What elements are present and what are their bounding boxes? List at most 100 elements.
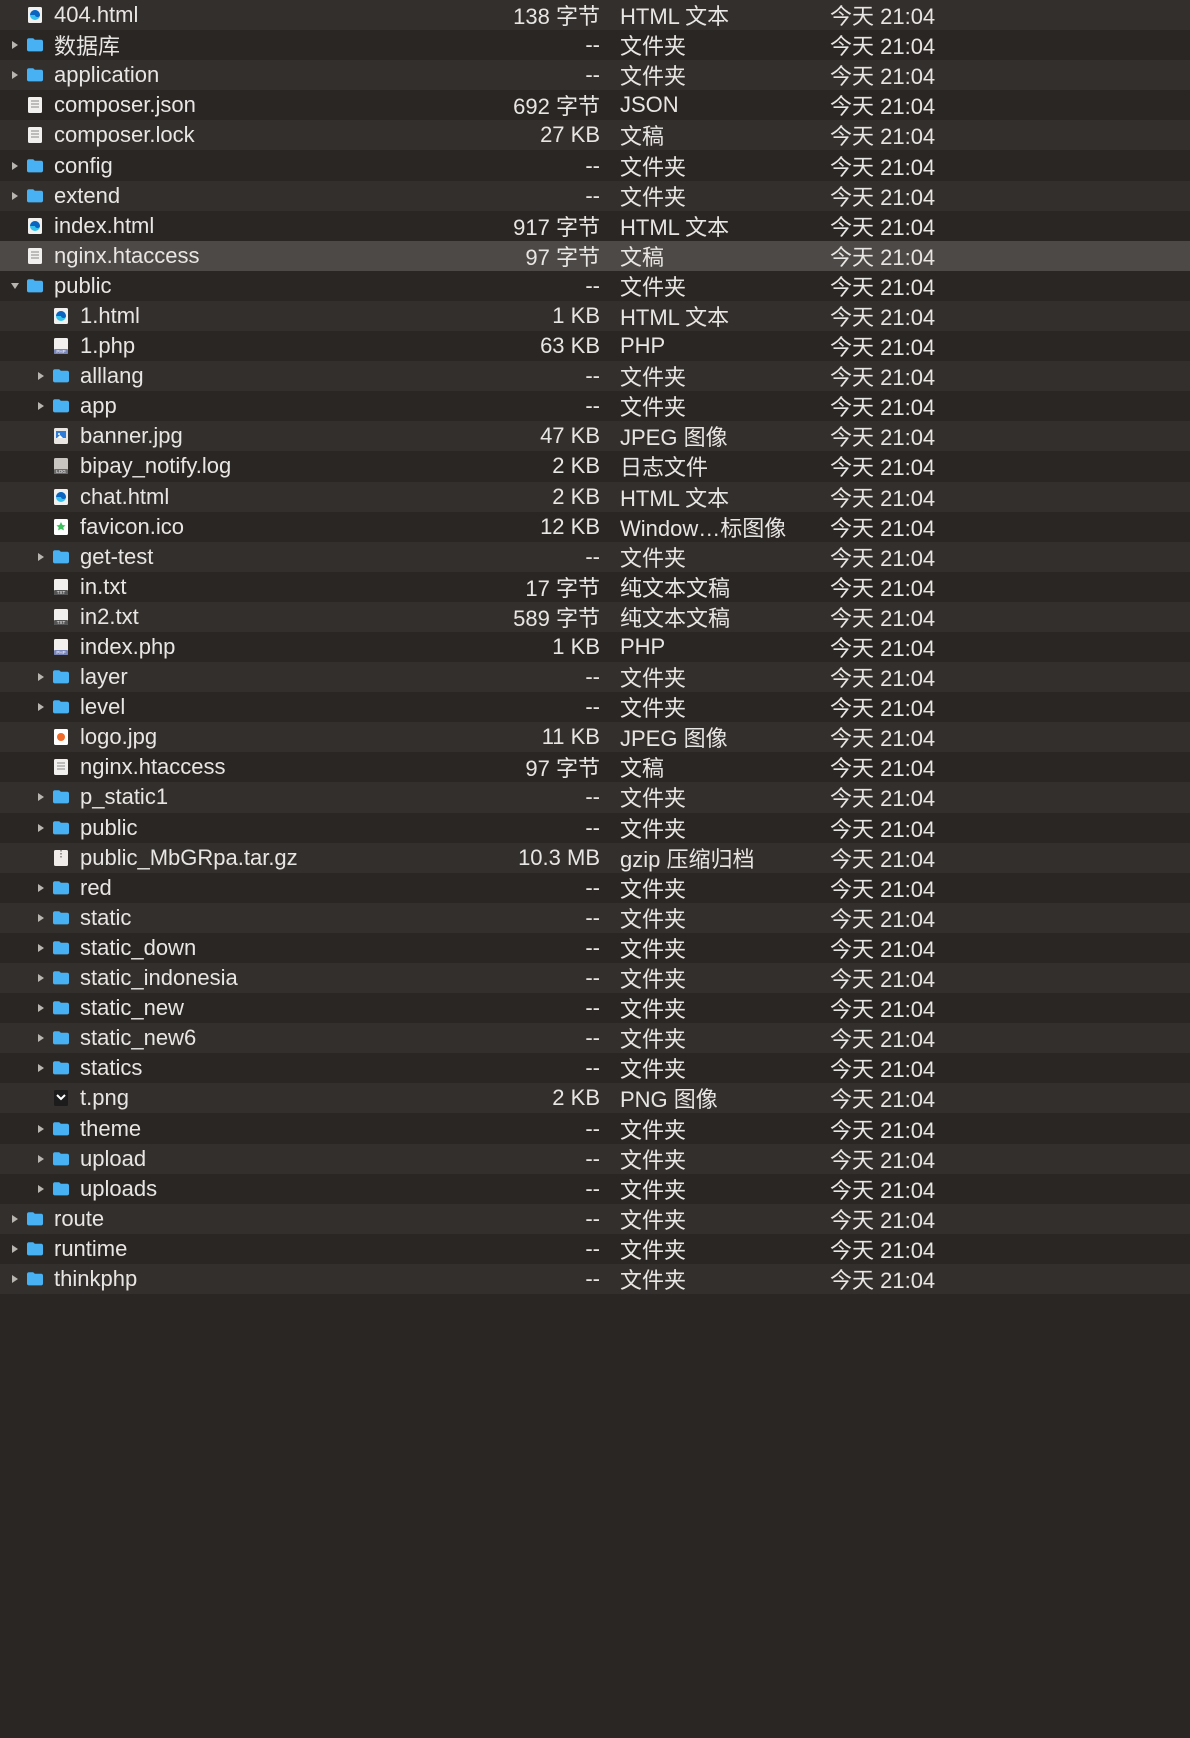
chevron-right-icon[interactable] (32, 552, 50, 562)
chevron-right-icon[interactable] (32, 913, 50, 923)
edge-icon (50, 305, 72, 327)
file-size: -- (500, 62, 620, 88)
file-row[interactable]: composer.json692 字节JSON今天 21:04 (0, 90, 1190, 120)
file-row[interactable]: 404.html138 字节HTML 文本今天 21:04 (0, 0, 1190, 30)
file-row[interactable]: level--文件夹今天 21:04 (0, 692, 1190, 722)
file-row[interactable]: config--文件夹今天 21:04 (0, 150, 1190, 180)
file-row[interactable]: logo.jpg11 KBJPEG 图像今天 21:04 (0, 722, 1190, 752)
file-row[interactable]: static--文件夹今天 21:04 (0, 903, 1190, 933)
file-row[interactable]: chat.html2 KBHTML 文本今天 21:04 (0, 482, 1190, 512)
file-row[interactable]: route--文件夹今天 21:04 (0, 1204, 1190, 1234)
file-row[interactable]: 1.html1 KBHTML 文本今天 21:04 (0, 301, 1190, 331)
chevron-right-icon[interactable] (32, 401, 50, 411)
chevron-right-icon[interactable] (6, 40, 24, 50)
file-date: 今天 21:04 (830, 390, 1180, 422)
file-date: 今天 21:04 (830, 872, 1180, 904)
chevron-right-icon[interactable] (6, 1244, 24, 1254)
file-size: -- (500, 544, 620, 570)
file-row[interactable]: extend--文件夹今天 21:04 (0, 181, 1190, 211)
file-row[interactable]: t.png2 KBPNG 图像今天 21:04 (0, 1083, 1190, 1113)
file-row[interactable]: runtime--文件夹今天 21:04 (0, 1234, 1190, 1264)
file-row[interactable]: public_MbGRpa.tar.gz10.3 MBgzip 压缩归档今天 2… (0, 843, 1190, 873)
chevron-right-icon[interactable] (32, 823, 50, 833)
file-row[interactable]: upload--文件夹今天 21:04 (0, 1144, 1190, 1174)
file-row[interactable]: nginx.htaccess97 字节文稿今天 21:04 (0, 752, 1190, 782)
chevron-right-icon[interactable] (32, 1033, 50, 1043)
chevron-right-icon[interactable] (32, 1063, 50, 1073)
file-row[interactable]: public--文件夹今天 21:04 (0, 813, 1190, 843)
file-row[interactable]: alllang--文件夹今天 21:04 (0, 361, 1190, 391)
cell-name: nginx.htaccess (0, 243, 500, 269)
file-kind: 文件夹 (620, 29, 830, 61)
chevron-right-icon[interactable] (6, 1274, 24, 1284)
folder-icon (50, 1027, 72, 1049)
chevron-right-icon[interactable] (32, 1124, 50, 1134)
file-kind: 文件夹 (620, 872, 830, 904)
chevron-right-icon[interactable] (32, 1003, 50, 1013)
chevron-right-icon[interactable] (6, 161, 24, 171)
file-row[interactable]: red--文件夹今天 21:04 (0, 873, 1190, 903)
file-date: 今天 21:04 (830, 29, 1180, 61)
file-row[interactable]: static_indonesia--文件夹今天 21:04 (0, 963, 1190, 993)
file-row[interactable]: index.php1 KBPHP今天 21:04 (0, 632, 1190, 662)
file-row[interactable]: app--文件夹今天 21:04 (0, 391, 1190, 421)
cell-name: static_down (0, 935, 500, 961)
file-row[interactable]: layer--文件夹今天 21:04 (0, 662, 1190, 692)
chevron-right-icon[interactable] (6, 1214, 24, 1224)
file-row[interactable]: 数据库--文件夹今天 21:04 (0, 30, 1190, 60)
file-row[interactable]: 1.php63 KBPHP今天 21:04 (0, 331, 1190, 361)
chevron-right-icon[interactable] (32, 1184, 50, 1194)
file-row[interactable]: thinkphp--文件夹今天 21:04 (0, 1264, 1190, 1294)
file-name: nginx.htaccess (80, 754, 226, 780)
file-row[interactable]: favicon.ico12 KBWindow…标图像今天 21:04 (0, 512, 1190, 542)
file-name: static_down (80, 935, 196, 961)
file-kind: HTML 文本 (620, 481, 830, 513)
file-size: 27 KB (500, 122, 620, 148)
chevron-right-icon[interactable] (32, 371, 50, 381)
file-row[interactable]: application--文件夹今天 21:04 (0, 60, 1190, 90)
file-name: get-test (80, 544, 153, 570)
chevron-right-icon[interactable] (32, 973, 50, 983)
file-row[interactable]: in.txt17 字节纯文本文稿今天 21:04 (0, 572, 1190, 602)
chevron-right-icon[interactable] (32, 702, 50, 712)
log-icon (50, 455, 72, 477)
chevron-right-icon[interactable] (6, 191, 24, 201)
file-row[interactable]: p_static1--文件夹今天 21:04 (0, 782, 1190, 812)
file-row[interactable]: static_new--文件夹今天 21:04 (0, 993, 1190, 1023)
cell-name: config (0, 153, 500, 179)
file-name: public (54, 273, 111, 299)
chevron-right-icon[interactable] (32, 1154, 50, 1164)
file-row[interactable]: bipay_notify.log2 KB日志文件今天 21:04 (0, 451, 1190, 481)
file-row[interactable]: statics--文件夹今天 21:04 (0, 1053, 1190, 1083)
chevron-right-icon[interactable] (6, 70, 24, 80)
chevron-right-icon[interactable] (32, 943, 50, 953)
file-name: config (54, 153, 113, 179)
chevron-down-icon[interactable] (6, 281, 24, 291)
chevron-right-icon[interactable] (32, 883, 50, 893)
file-kind: 文件夹 (620, 962, 830, 994)
file-date: 今天 21:04 (830, 992, 1180, 1024)
folder-icon (50, 365, 72, 387)
file-row[interactable]: in2.txt589 字节纯文本文稿今天 21:04 (0, 602, 1190, 632)
cell-name: runtime (0, 1236, 500, 1262)
file-kind: gzip 压缩归档 (620, 842, 830, 874)
file-name: favicon.ico (80, 514, 184, 540)
file-row[interactable]: static_new6--文件夹今天 21:04 (0, 1023, 1190, 1053)
file-name: static_new6 (80, 1025, 196, 1051)
file-row[interactable]: index.html917 字节HTML 文本今天 21:04 (0, 211, 1190, 241)
file-row[interactable]: public--文件夹今天 21:04 (0, 271, 1190, 301)
chevron-right-icon[interactable] (32, 672, 50, 682)
file-row[interactable]: get-test--文件夹今天 21:04 (0, 542, 1190, 572)
file-row[interactable]: static_down--文件夹今天 21:04 (0, 933, 1190, 963)
cell-name: get-test (0, 544, 500, 570)
file-row[interactable]: banner.jpg47 KBJPEG 图像今天 21:04 (0, 421, 1190, 451)
file-kind: 文件夹 (620, 390, 830, 422)
file-row[interactable]: composer.lock27 KB文稿今天 21:04 (0, 120, 1190, 150)
php-icon (50, 636, 72, 658)
file-row[interactable]: nginx.htaccess97 字节文稿今天 21:04 (0, 241, 1190, 271)
file-kind: 日志文件 (620, 450, 830, 482)
chevron-right-icon[interactable] (32, 792, 50, 802)
file-row[interactable]: theme--文件夹今天 21:04 (0, 1113, 1190, 1143)
file-row[interactable]: uploads--文件夹今天 21:04 (0, 1174, 1190, 1204)
file-kind: 文件夹 (620, 541, 830, 573)
